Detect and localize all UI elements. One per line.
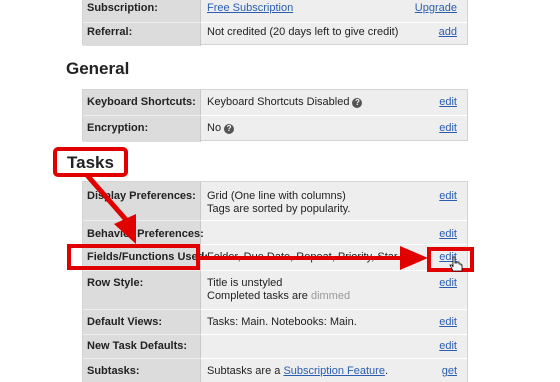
hand-cursor-icon xyxy=(449,256,463,272)
tasks-heading: Tasks xyxy=(67,153,114,172)
cursor-overlay xyxy=(449,256,463,272)
tasks-heading-highlight: Tasks xyxy=(53,147,128,177)
